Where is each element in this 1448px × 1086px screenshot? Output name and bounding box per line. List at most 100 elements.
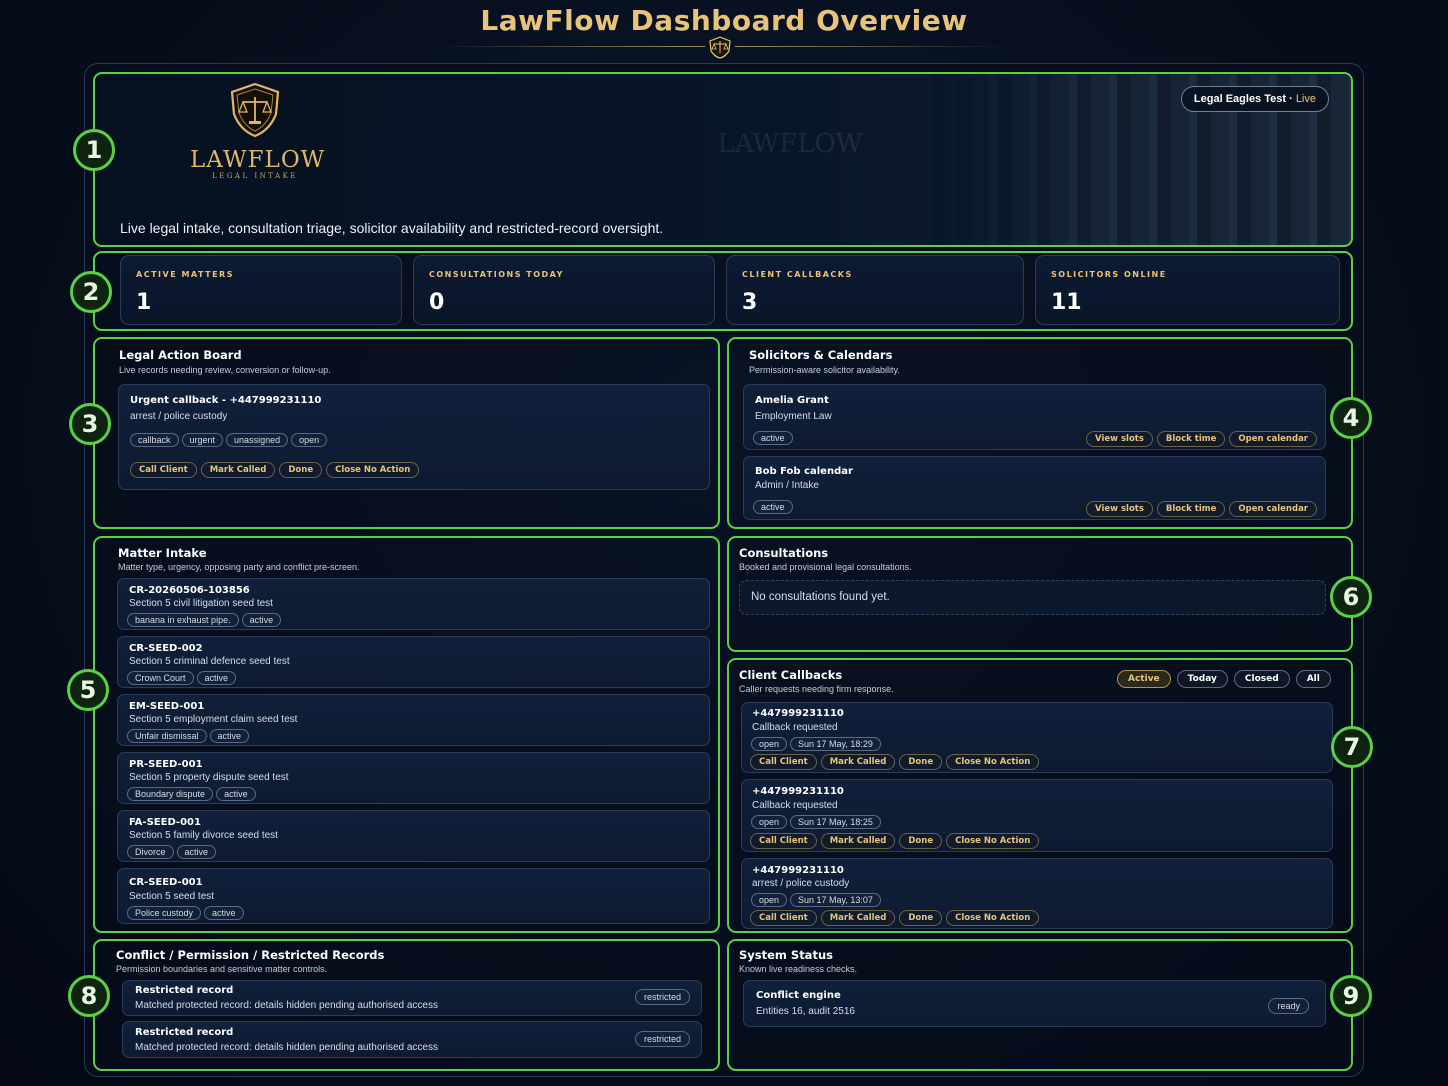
callback-desc: arrest / police custody [752, 878, 850, 889]
zone-badge-9: 9 [1330, 975, 1372, 1017]
call-client-button[interactable]: Call Client [750, 910, 817, 926]
callback-time-badge: Sun 17 May, 13:07 [790, 893, 881, 907]
matter-card[interactable]: CR-SEED-001 Section 5 seed test Police c… [117, 868, 710, 924]
callback-status-badge: open [751, 815, 788, 829]
restricted-record-desc: Matched protected record: details hidden… [135, 1000, 438, 1011]
callback-status-badge: open [751, 893, 788, 907]
block-time-button[interactable]: Block time [1156, 501, 1226, 517]
callbacks-subtitle: Caller requests needing firm response. [739, 684, 894, 694]
system-status-subtitle: Known live readiness checks. [739, 964, 858, 974]
callback-phone: +447999231110 [752, 708, 844, 719]
mark-called-button[interactable]: Mark Called [820, 910, 896, 926]
matter-desc: Section 5 property dispute seed test [129, 772, 289, 783]
callback-card[interactable]: +447999231110 Callback requested open Su… [741, 779, 1333, 852]
call-client-button[interactable]: Call Client [750, 754, 817, 770]
call-client-button[interactable]: Call Client [130, 462, 197, 478]
matter-card[interactable]: CR-SEED-002 Section 5 criminal defence s… [117, 636, 710, 688]
mark-called-button[interactable]: Mark Called [200, 462, 276, 478]
matter-desc: Section 5 criminal defence seed test [129, 656, 290, 667]
consultations-empty-state: No consultations found yet. [739, 580, 1326, 615]
solicitors-subtitle: Permission-aware solicitor availability. [749, 365, 900, 375]
block-time-button[interactable]: Block time [1156, 431, 1226, 447]
restricted-record-card[interactable]: Restricted record Matched protected reco… [122, 1021, 702, 1058]
mark-called-button[interactable]: Mark Called [820, 754, 896, 770]
filter-today-tab[interactable]: Today [1176, 670, 1228, 688]
title-rule-left [435, 46, 705, 47]
done-button[interactable]: Done [899, 910, 943, 926]
callback-time-badge: Sun 17 May, 18:25 [790, 815, 881, 829]
matter-status-badge: active [204, 906, 244, 920]
solicitor-card[interactable]: Amelia Grant Employment Law active View … [743, 384, 1326, 450]
matter-status-badge: active [209, 729, 250, 743]
callback-phone: +447999231110 [752, 786, 844, 797]
callback-card[interactable]: +447999231110 arrest / police custody op… [741, 858, 1333, 929]
restricted-title: Conflict / Permission / Restricted Recor… [116, 948, 385, 962]
close-no-action-button[interactable]: Close No Action [946, 754, 1040, 770]
action-item-subtitle: arrest / police custody [130, 411, 228, 422]
solicitor-status-badge: active [753, 500, 793, 514]
restricted-record-title: Restricted record [135, 1027, 234, 1038]
matter-ref: FA-SEED-001 [129, 817, 201, 828]
zone-badge-2: 2 [70, 271, 112, 313]
zone-1-outline [93, 72, 1353, 247]
mark-called-button[interactable]: Mark Called [820, 833, 896, 849]
tag-callback: callback [130, 433, 179, 447]
solicitor-name: Amelia Grant [755, 395, 829, 406]
matter-ref: CR-SEED-001 [129, 877, 203, 888]
scales-emblem-icon [709, 36, 731, 59]
matter-desc: Section 5 seed test [129, 891, 215, 902]
page-title: LawFlow Dashboard Overview [480, 4, 968, 37]
zone-badge-6: 6 [1330, 576, 1372, 618]
view-slots-button[interactable]: View slots [1086, 501, 1153, 517]
filter-closed-tab[interactable]: Closed [1233, 670, 1290, 688]
solicitor-card[interactable]: Bob Fob calendar Admin / Intake active V… [743, 456, 1326, 520]
matter-card[interactable]: EM-SEED-001 Section 5 employment claim s… [117, 694, 710, 746]
restricted-record-desc: Matched protected record: details hidden… [135, 1042, 438, 1053]
action-item-buttons: Call Client Mark Called Done Close No Ac… [130, 462, 423, 478]
matter-card[interactable]: FA-SEED-001 Section 5 family divorce see… [117, 810, 710, 862]
matter-card[interactable]: PR-SEED-001 Section 5 property dispute s… [117, 752, 710, 804]
title-rule-right [735, 46, 1007, 47]
done-button[interactable]: Done [899, 833, 943, 849]
system-check-title: Conflict engine [756, 990, 841, 1001]
callback-card[interactable]: +447999231110 Callback requested open Su… [741, 702, 1333, 773]
matter-desc: Section 5 family divorce seed test [129, 830, 278, 841]
open-calendar-button[interactable]: Open calendar [1229, 431, 1317, 447]
callback-phone: +447999231110 [752, 865, 844, 876]
matter-ref: CR-20260506-103856 [129, 585, 250, 596]
action-item-card[interactable]: Urgent callback - +447999231110 arrest /… [118, 384, 710, 490]
zone-2-outline [93, 251, 1353, 331]
close-no-action-button[interactable]: Close No Action [946, 833, 1040, 849]
close-no-action-button[interactable]: Close No Action [326, 462, 420, 478]
matter-tag: Unfair dismissal [127, 729, 207, 743]
matter-desc: Section 5 employment claim seed test [129, 714, 298, 725]
ready-status-badge: ready [1268, 998, 1309, 1014]
matter-card[interactable]: CR-20260506-103856 Section 5 civil litig… [117, 578, 710, 630]
zone-badge-7: 7 [1331, 726, 1373, 768]
call-client-button[interactable]: Call Client [750, 833, 817, 849]
done-button[interactable]: Done [279, 462, 323, 478]
restricted-record-card[interactable]: Restricted record Matched protected reco… [122, 980, 702, 1016]
matter-intake-subtitle: Matter type, urgency, opposing party and… [118, 562, 360, 572]
callback-time-badge: Sun 17 May, 18:29 [790, 737, 881, 751]
open-calendar-button[interactable]: Open calendar [1229, 501, 1317, 517]
solicitor-status-badge: active [753, 431, 793, 445]
restricted-record-title: Restricted record [135, 985, 234, 996]
callback-status-badge: open [751, 737, 788, 751]
filter-active-tab[interactable]: Active [1117, 670, 1171, 688]
action-item-tags: callback urgent unassigned open [130, 433, 330, 447]
consultations-subtitle: Booked and provisional legal consultatio… [739, 562, 912, 572]
restricted-badge: restricted [634, 989, 690, 1005]
zone-badge-3: 3 [69, 403, 111, 445]
action-item-title: Urgent callback - +447999231110 [130, 395, 322, 406]
filter-all-tab[interactable]: All [1295, 670, 1331, 688]
matter-intake-title: Matter Intake [118, 546, 207, 560]
tag-unassigned: unassigned [226, 433, 289, 447]
matter-status-badge: active [241, 613, 282, 627]
solicitor-role: Employment Law [755, 411, 832, 422]
done-button[interactable]: Done [899, 754, 943, 770]
solicitor-name: Bob Fob calendar [755, 466, 853, 477]
close-no-action-button[interactable]: Close No Action [946, 910, 1040, 926]
view-slots-button[interactable]: View slots [1086, 431, 1153, 447]
matter-desc: Section 5 civil litigation seed test [129, 598, 273, 609]
